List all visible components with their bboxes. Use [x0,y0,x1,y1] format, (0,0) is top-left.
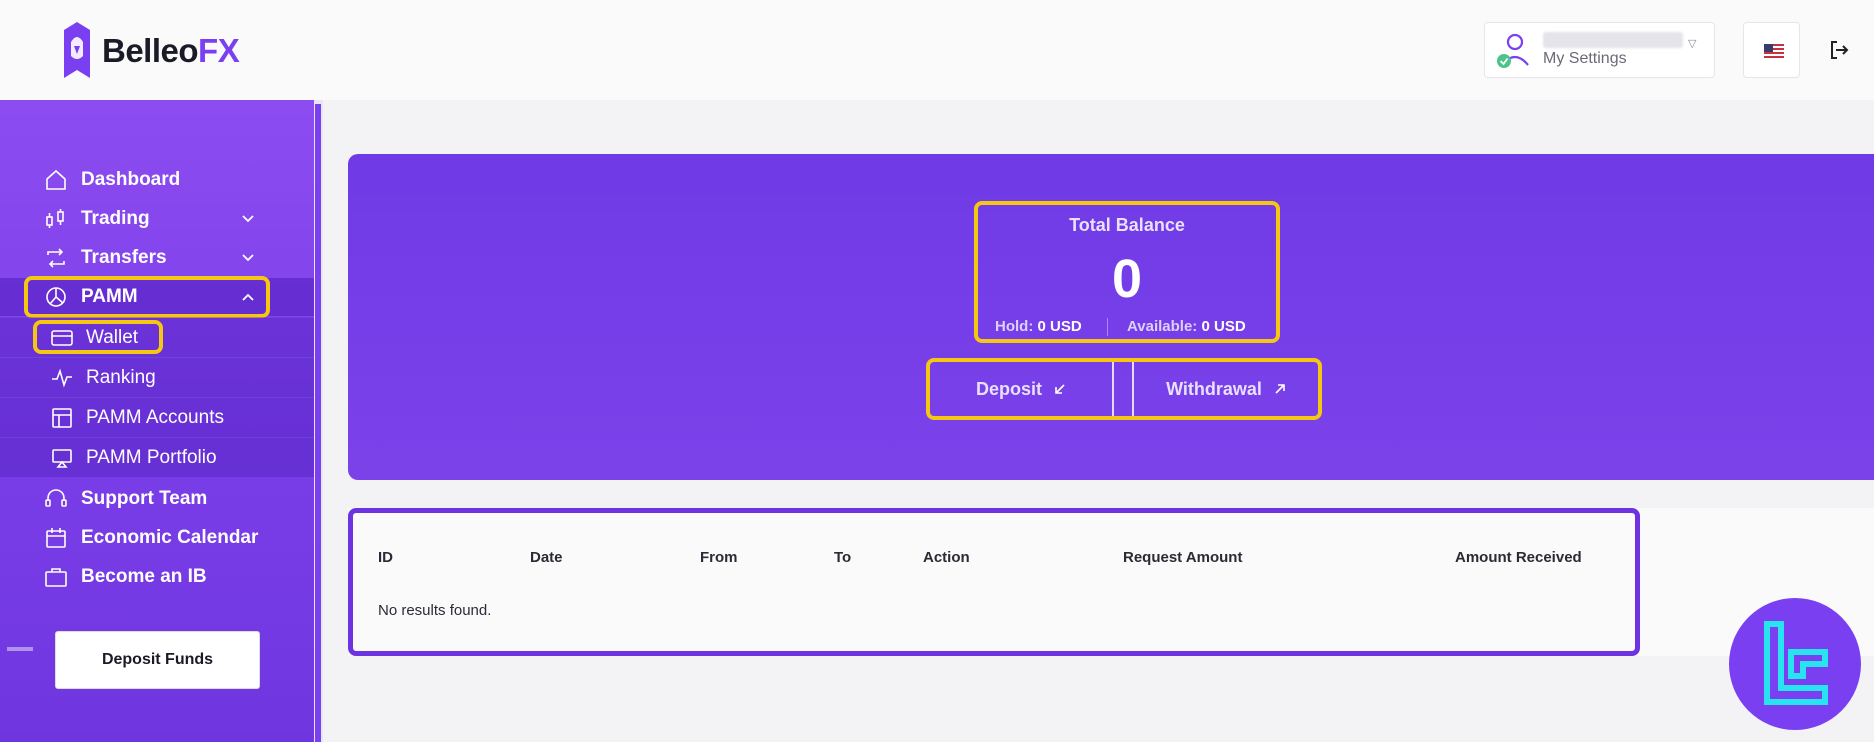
language-selector[interactable] [1743,22,1800,78]
calendar-icon [46,528,66,548]
available-amount: Available: 0 USD [1127,318,1246,335]
us-flag-icon [1764,44,1784,58]
sidebar-subitem-label: PAMM Portfolio [86,446,217,468]
arrow-down-left-icon [1055,384,1065,394]
watermark-logo-icon [1729,598,1861,730]
arrow-up-right-icon [1275,384,1285,394]
column-header-from[interactable]: From [700,549,738,566]
headset-icon [45,489,67,507]
sidebar-item-label: Transfers [81,247,167,268]
column-header-date[interactable]: Date [530,549,563,566]
hold-amount: Hold: 0 USD [995,318,1082,335]
sidebar-item-trading[interactable]: Trading [0,200,314,238]
sidebar-subitem-ranking[interactable]: Ranking [0,357,314,397]
brand-name-part1: Belleo [102,32,199,69]
sidebar-item-support-team[interactable]: Support Team [0,480,314,518]
sidebar-edge-mark [7,647,33,651]
withdrawal-button[interactable]: Withdrawal [1134,362,1318,416]
logout-icon[interactable] [1827,38,1851,62]
column-header-amount-received[interactable]: Amount Received [1455,549,1582,566]
chevron-down-icon: ▽ [1688,38,1697,50]
sidebar-item-label: Dashboard [81,169,181,190]
button-divider [1112,362,1114,416]
candlestick-icon [46,209,64,228]
sidebar-subitem-pamm-accounts[interactable]: PAMM Accounts [0,397,314,437]
sidebar-item-dashboard[interactable]: Dashboard [0,161,314,199]
sidebar-scroll-thumb[interactable] [315,104,321,742]
my-settings-label: My Settings [1543,50,1627,67]
deposit-funds-button[interactable]: Deposit Funds [55,631,260,689]
hold-value: 0 USD [1037,318,1082,335]
chevron-down-icon [242,254,254,262]
highlight-wallet [33,320,163,354]
column-header-request-amount[interactable]: Request Amount [1123,549,1242,566]
home-icon [46,169,66,190]
available-value: 0 USD [1201,318,1246,335]
layout-icon [52,407,72,428]
chevron-down-icon [242,215,254,223]
withdrawal-button-label: Withdrawal [1166,378,1262,399]
sidebar-item-become-an-ib[interactable]: Become an IB [0,558,314,596]
hold-label: Hold: [995,318,1034,335]
brand-logo[interactable]: BelleoFX [62,22,240,80]
brand-name: BelleoFX [102,32,240,70]
user-name-redacted [1543,32,1683,48]
sidebar-item-label: Economic Calendar [81,527,259,548]
deposit-button-label: Deposit [975,378,1042,399]
activity-icon [52,367,72,388]
sidebar-subitem-label: Ranking [86,366,156,388]
sidebar-subitem-pamm-portfolio[interactable]: PAMM Portfolio [0,437,314,477]
top-header: BelleoFX My Settings ▽ [0,0,1874,100]
transfer-icon [47,248,65,268]
sidebar-item-label: Trading [81,208,150,229]
sidebar-item-label: Become an IB [81,566,207,587]
portfolio-icon [52,448,72,468]
sidebar-item-label: Support Team [81,488,208,509]
balance-divider [1107,318,1108,336]
deposit-button[interactable]: Deposit [930,362,1112,416]
brand-name-part2: FX [198,32,240,69]
highlight-transactions-table [348,508,1640,656]
column-header-to[interactable]: To [834,549,851,566]
column-header-action[interactable]: Action [923,549,970,566]
highlight-pamm [24,276,270,318]
sidebar-item-economic-calendar[interactable]: Economic Calendar [0,519,314,557]
logo-mark-icon [64,22,90,78]
user-menu[interactable]: My Settings ▽ [1484,22,1715,78]
user-verified-icon [1497,33,1529,68]
briefcase-icon [45,568,67,587]
available-label: Available: [1127,318,1198,335]
column-header-id[interactable]: ID [378,549,393,566]
empty-table-message: No results found. [378,602,492,619]
sidebar-subitem-label: PAMM Accounts [86,406,224,428]
total-balance-value: 0 [1111,249,1143,309]
total-balance-title: Total Balance [1069,215,1185,235]
sidebar-item-transfers[interactable]: Transfers [0,239,314,277]
